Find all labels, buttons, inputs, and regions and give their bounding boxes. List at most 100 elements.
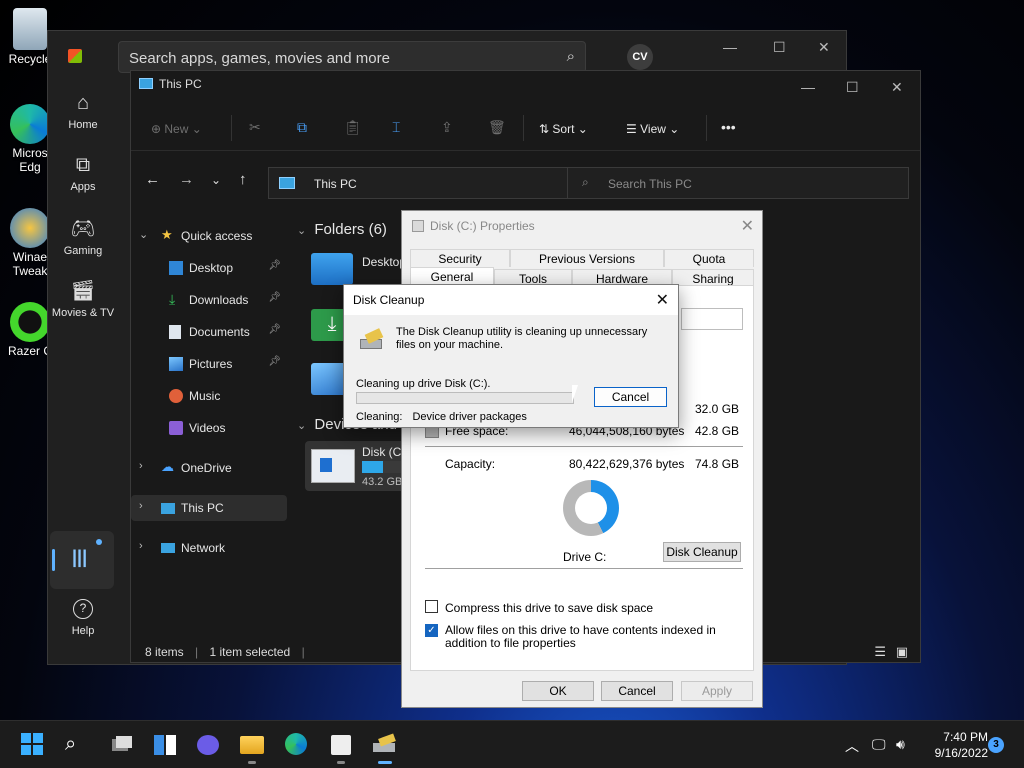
index-checkbox[interactable]: ✓ xyxy=(425,624,438,637)
chevron-right-icon[interactable]: › xyxy=(139,540,143,552)
tab-security[interactable]: Security xyxy=(410,249,510,267)
sort-button[interactable]: ⇅ Sort ⌄ xyxy=(539,122,588,136)
nav-network[interactable]: › Network xyxy=(131,535,287,561)
store-nav-movies[interactable]: 🎬︎ Movies & TV xyxy=(48,272,118,334)
index-label[interactable]: Allow files on this drive to have conten… xyxy=(445,624,745,650)
task-view-icon[interactable] xyxy=(110,733,134,757)
nav-item-pictures[interactable]: Pictures 📌︎ xyxy=(131,351,287,377)
close-icon[interactable]: ✕ xyxy=(818,39,830,56)
disk-cleanup-button[interactable]: Disk Cleanup xyxy=(663,542,741,562)
widgets-icon[interactable] xyxy=(153,733,177,757)
new-button[interactable]: ⊕ New ⌄ xyxy=(151,122,202,136)
nav-quick-access[interactable]: ⌄ ★ Quick access xyxy=(131,223,287,249)
dialog-title: Disk (C:) Properties xyxy=(412,219,535,233)
close-icon[interactable]: ✕ xyxy=(891,79,903,96)
volume-label-input[interactable] xyxy=(681,308,743,330)
nav-this-pc[interactable]: › This PC xyxy=(131,495,287,521)
tab-quota[interactable]: Quota xyxy=(664,249,754,267)
search-input[interactable]: ⌕ Search This PC xyxy=(567,167,909,199)
chevron-down-icon[interactable]: ⌄ xyxy=(139,228,148,241)
store-search-input[interactable]: Search apps, games, movies and more ⌕ xyxy=(118,41,586,73)
clock[interactable]: 7:40 PM 9/16/2022 xyxy=(920,729,988,761)
paste-icon[interactable]: 📋︎ xyxy=(344,119,362,136)
tiles-view-icon[interactable]: ▣ xyxy=(896,644,908,660)
minimize-icon[interactable]: — xyxy=(723,39,737,55)
search-icon[interactable]: ⌕ xyxy=(65,733,89,757)
avatar[interactable]: CV xyxy=(627,44,653,70)
file-explorer-taskbar-icon[interactable] xyxy=(240,733,264,764)
nav-item-downloads[interactable]: ⤓ Downloads 📌︎ xyxy=(131,287,287,313)
copy-icon[interactable]: ⧉ xyxy=(297,119,307,136)
nav-item-documents[interactable]: Documents 📌︎ xyxy=(131,319,287,345)
videos-folder-icon xyxy=(169,421,183,435)
minimize-icon[interactable]: — xyxy=(801,79,815,95)
close-icon[interactable]: ✕ xyxy=(741,216,754,236)
store-nav-home[interactable]: ⌂ Home xyxy=(48,86,118,148)
cancel-button[interactable]: Cancel xyxy=(601,681,673,701)
chevron-right-icon[interactable]: › xyxy=(139,460,143,472)
store-nav-help[interactable]: ? Help xyxy=(48,599,118,637)
store-taskbar-icon[interactable] xyxy=(329,733,353,764)
nav-item-desktop[interactable]: Desktop 📌︎ xyxy=(131,255,287,281)
volume-icon[interactable]: 🔊︎ xyxy=(896,736,905,753)
view-label: View xyxy=(640,122,666,136)
divider xyxy=(425,446,743,447)
chevron-right-icon[interactable]: › xyxy=(139,500,143,512)
nav-label: Music xyxy=(189,389,221,403)
up-icon[interactable]: ↑ xyxy=(239,171,247,188)
network-icon[interactable]: 🖵︎ xyxy=(872,736,886,753)
delete-icon[interactable]: 🗑︎ xyxy=(488,119,506,136)
teams-chat-icon[interactable] xyxy=(197,733,221,757)
notification-badge[interactable]: 3 xyxy=(988,737,1004,753)
divider xyxy=(523,115,524,141)
edge-icon xyxy=(10,104,50,144)
cut-icon[interactable]: ✂ xyxy=(249,119,261,136)
forward-icon[interactable]: → xyxy=(179,171,194,188)
folders-section-header[interactable]: ⌄ Folders (6) xyxy=(297,221,387,238)
back-icon[interactable]: ← xyxy=(145,171,160,188)
more-options-button[interactable]: ••• xyxy=(721,119,736,135)
apply-button[interactable]: Apply xyxy=(681,681,753,701)
folder-desktop[interactable]: Desktop xyxy=(311,253,406,285)
tab-previous-versions[interactable]: Previous Versions xyxy=(510,249,664,267)
pin-icon: 📌︎ xyxy=(268,324,281,335)
free-space-size: 42.8 GB xyxy=(695,424,740,438)
maximize-icon[interactable]: ☐ xyxy=(846,79,859,96)
disk-cleanup-taskbar-icon[interactable] xyxy=(373,733,397,764)
update-dot xyxy=(96,539,102,545)
maximize-icon[interactable]: ☐ xyxy=(773,39,786,56)
nav-onedrive[interactable]: › ☁ OneDrive xyxy=(131,455,287,481)
cancel-button[interactable]: Cancel xyxy=(594,387,667,407)
nav-item-videos[interactable]: Videos xyxy=(131,415,287,441)
edge-taskbar-icon[interactable] xyxy=(285,733,309,757)
task-value: Device driver packages xyxy=(412,411,527,423)
store-nav-apps[interactable]: ⧉ Apps xyxy=(48,148,118,210)
details-view-icon[interactable]: ☰ xyxy=(874,644,886,660)
command-bar: ⊕ New ⌄ ✂ ⧉ 📋︎ ⌶ ⇪ 🗑︎ ⇅ Sort ⌄ ☰ View ⌄ … xyxy=(131,107,920,151)
compress-label[interactable]: Compress this drive to save disk space xyxy=(445,601,653,615)
drive-c-tile[interactable]: Disk (C: 43.2 GB xyxy=(305,441,415,491)
divider xyxy=(231,115,232,141)
recent-locations-icon[interactable]: ⌄ xyxy=(211,173,221,187)
capacity-label: Capacity: xyxy=(445,457,496,471)
store-help-label: Help xyxy=(71,625,95,637)
store-nav-gaming[interactable]: 🎮︎ Gaming xyxy=(48,210,118,272)
share-icon[interactable]: ⇪ xyxy=(441,119,453,136)
store-nav-library[interactable]: ||| xyxy=(50,531,114,589)
nav-item-music[interactable]: Music xyxy=(131,383,287,409)
chevron-up-icon[interactable]: ︿ xyxy=(845,736,859,756)
store-nav-label: Movies & TV xyxy=(51,307,115,319)
view-button[interactable]: ☰ View ⌄ xyxy=(626,122,679,136)
drive-free-space: 43.2 GB xyxy=(362,476,403,488)
start-button[interactable] xyxy=(21,733,45,757)
compress-checkbox[interactable] xyxy=(425,600,438,613)
nav-label: OneDrive xyxy=(181,461,232,475)
close-icon[interactable]: ✕ xyxy=(656,290,669,310)
disk-cleanup-icon xyxy=(358,328,386,353)
section-title: Folders (6) xyxy=(314,221,387,238)
edge-icon xyxy=(285,733,307,755)
nav-label: Desktop xyxy=(189,261,234,275)
rename-icon[interactable]: ⌶ xyxy=(392,119,400,136)
ok-button[interactable]: OK xyxy=(522,681,594,701)
search-icon: ⌕ xyxy=(582,175,589,189)
